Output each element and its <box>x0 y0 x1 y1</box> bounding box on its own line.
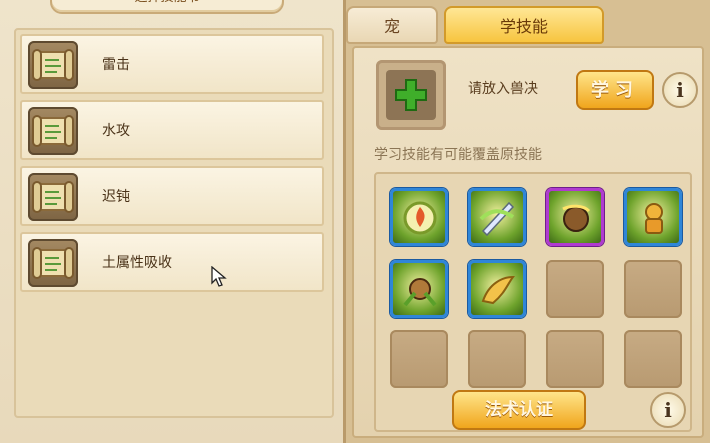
skill-book-slot[interactable] <box>376 60 446 130</box>
skill-book-panel: 选择技能书 雷击 水攻 迟钝 土属性吸收 <box>0 0 346 443</box>
empty-skill-slot <box>390 330 448 388</box>
rock-meteor-icon <box>562 204 591 232</box>
info-icon[interactable]: i <box>662 72 698 108</box>
skill-book-name: 土属性吸收 <box>102 255 172 271</box>
skill-slot-earth-beast[interactable] <box>390 260 448 318</box>
skill-book-name: 迟钝 <box>102 189 130 205</box>
skill-book-scroll-icon <box>28 239 78 287</box>
empty-skill-slot <box>546 260 604 318</box>
empty-skill-slot <box>546 330 604 388</box>
fire-orb-icon <box>403 201 437 235</box>
slot-hint: 请放入兽决 <box>468 81 538 97</box>
info-icon[interactable]: i <box>650 392 686 428</box>
learn-skill-body: 请放入兽决 学习 i 学习技能有可能覆盖原技能 法术认证 i <box>352 46 704 438</box>
slot-inner <box>386 70 436 120</box>
panel-title-tab: 选择技能书 <box>50 0 284 14</box>
skill-slot-golden-warrior[interactable] <box>624 188 682 246</box>
spell-certification-button[interactable]: 法术认证 <box>452 390 586 430</box>
panel-title: 选择技能书 <box>52 0 282 8</box>
learn-button[interactable]: 学习 <box>576 70 654 110</box>
mouse-cursor-icon <box>211 265 227 292</box>
empty-skill-slot <box>624 330 682 388</box>
skill-book-item[interactable]: 雷击 <box>20 34 324 94</box>
skill-book-item[interactable]: 水攻 <box>20 100 324 160</box>
skill-book-item[interactable]: 迟钝 <box>20 166 324 226</box>
plus-icon <box>395 79 427 111</box>
skill-book-scroll-icon <box>28 41 78 89</box>
skill-slot-rock-meteor[interactable] <box>546 188 604 246</box>
skill-book-list: 雷击 水攻 迟钝 土属性吸收 <box>14 28 334 418</box>
skill-book-item[interactable]: 土属性吸收 <box>20 232 324 292</box>
tab-learn-skill[interactable]: 学技能 <box>444 6 604 44</box>
skill-book-name: 雷击 <box>102 57 130 73</box>
skill-book-scroll-icon <box>28 107 78 155</box>
skill-slot-golden-wing[interactable] <box>468 260 526 318</box>
overwrite-warning: 学习技能有可能覆盖原技能 <box>374 147 542 163</box>
skill-book-scroll-icon <box>28 173 78 221</box>
empty-skill-slot <box>624 260 682 318</box>
earth-beast-icon <box>403 278 437 307</box>
wind-blade-icon <box>479 201 515 237</box>
golden-warrior-icon <box>645 203 663 234</box>
skill-book-name: 水攻 <box>102 123 130 139</box>
empty-skill-slot <box>468 330 526 388</box>
golden-wing-icon <box>481 275 516 305</box>
skill-slot-wind-blade[interactable] <box>468 188 526 246</box>
skill-slot-fire-orb[interactable] <box>390 188 448 246</box>
tab-pet[interactable]: 宠 <box>346 6 438 44</box>
learn-skill-panel: 宠 学技能 请放入兽决 学习 i 学习技能有可能覆盖原技能 法术认证 i <box>346 0 710 443</box>
